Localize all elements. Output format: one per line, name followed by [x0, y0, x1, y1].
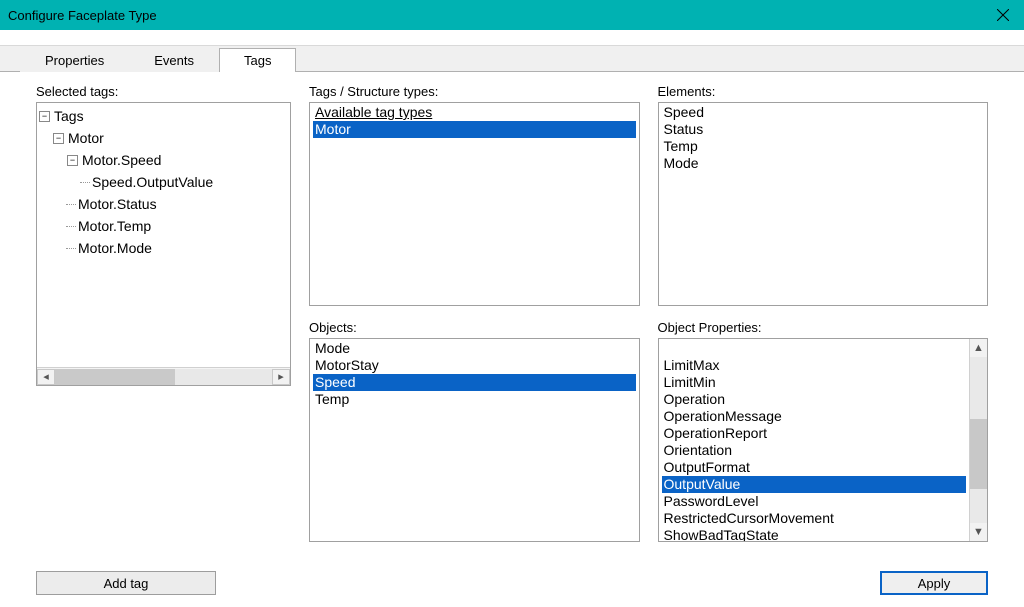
list-item[interactable]: Speed — [662, 104, 985, 121]
tree-root[interactable]: − Tags — [39, 105, 288, 127]
tree-line-icon — [80, 182, 90, 183]
tree-node-label: Motor — [68, 130, 104, 146]
tree-hscrollbar[interactable]: ◂ ▸ — [37, 367, 290, 385]
tree-node-label: Motor.Status — [78, 196, 157, 212]
scroll-track[interactable] — [970, 357, 987, 523]
list-item[interactable]: Operation — [662, 391, 967, 408]
add-tag-button[interactable]: Add tag — [36, 571, 216, 595]
tree-node-motor-speed[interactable]: − Motor.Speed — [67, 149, 288, 171]
tree-line-icon — [66, 226, 76, 227]
list-item[interactable]: LimitMax — [662, 357, 967, 374]
tree-node-label: Tags — [54, 108, 84, 124]
apply-button[interactable]: Apply — [880, 571, 988, 595]
title-bar: Configure Faceplate Type — [0, 0, 1024, 30]
scroll-left-icon[interactable]: ◂ — [37, 369, 55, 385]
list-header[interactable]: Available tag types — [313, 104, 636, 121]
list-item[interactable]: MotorStay — [313, 357, 636, 374]
window-title: Configure Faceplate Type — [8, 8, 990, 23]
list-item[interactable]: OutputValue — [662, 476, 967, 493]
tab-properties[interactable]: Properties — [20, 48, 129, 72]
list-item[interactable]: Speed — [313, 374, 636, 391]
tab-events[interactable]: Events — [129, 48, 219, 72]
tab-bar: Properties Events Tags — [0, 46, 1024, 72]
list-item[interactable]: OperationReport — [662, 425, 967, 442]
close-icon — [997, 9, 1009, 21]
list-item[interactable]: Mode — [662, 155, 985, 172]
list-item[interactable]: OutputFormat — [662, 459, 967, 476]
objects-list[interactable]: ModeMotorStaySpeedTemp — [309, 338, 640, 542]
selected-tags-label: Selected tags: — [36, 84, 291, 99]
props-vscrollbar[interactable]: ▲ ▼ — [969, 339, 987, 541]
list-item[interactable]: Orientation — [662, 442, 967, 459]
tags-structure-label: Tags / Structure types: — [309, 84, 640, 99]
tree-leaf-temp[interactable]: Motor.Temp — [67, 215, 288, 237]
objects-label: Objects: — [309, 320, 640, 335]
list-item[interactable]: RestrictedCursorMovement — [662, 510, 967, 527]
tree-node-label: Motor.Temp — [78, 218, 151, 234]
scroll-track[interactable] — [55, 369, 272, 385]
expander-minus-icon[interactable]: − — [53, 133, 64, 144]
dialog-body: Selected tags: − Tags − Motor − Motor.Sp… — [0, 72, 1024, 607]
tree-leaf-output[interactable]: Speed.OutputValue — [81, 171, 288, 193]
scroll-thumb[interactable] — [55, 369, 175, 385]
tree-node-motor[interactable]: − Motor — [53, 127, 288, 149]
tree-node-label: Speed.OutputValue — [92, 174, 213, 190]
tree-leaf-status[interactable]: Motor.Status — [67, 193, 288, 215]
elements-list[interactable]: SpeedStatusTempMode — [658, 102, 989, 306]
list-item[interactable]: Motor — [313, 121, 636, 138]
tree-node-label: Motor.Mode — [78, 240, 152, 256]
selected-tags-tree[interactable]: − Tags − Motor − Motor.Speed — [36, 102, 291, 386]
scroll-right-icon[interactable]: ▸ — [272, 369, 290, 385]
list-item[interactable]: LimitMin — [662, 374, 967, 391]
scroll-down-icon[interactable]: ▼ — [970, 523, 987, 541]
tree-leaf-mode[interactable]: Motor.Mode — [67, 237, 288, 259]
list-item[interactable]: Status — [662, 121, 985, 138]
expander-minus-icon[interactable]: − — [67, 155, 78, 166]
column-left: Selected tags: − Tags − Motor − Motor.Sp… — [36, 84, 291, 597]
tree-line-icon — [66, 204, 76, 205]
list-item[interactable]: ShowBadTagState — [662, 527, 967, 541]
object-properties-label: Object Properties: — [658, 320, 989, 335]
tags-structure-list[interactable]: Available tag types Motor — [309, 102, 640, 306]
scroll-thumb[interactable] — [970, 419, 987, 489]
list-item[interactable]: OperationMessage — [662, 408, 967, 425]
object-properties-list[interactable]: LimitMaxLimitMinOperationOperationMessag… — [658, 338, 989, 542]
expander-minus-icon[interactable]: − — [39, 111, 50, 122]
column-right: Tags / Structure types: Available tag ty… — [309, 84, 988, 597]
elements-label: Elements: — [658, 84, 989, 99]
tree-node-label: Motor.Speed — [82, 152, 161, 168]
list-item[interactable]: Mode — [313, 340, 636, 357]
tree-line-icon — [66, 248, 76, 249]
list-item[interactable]: Temp — [662, 138, 985, 155]
list-item[interactable]: Temp — [313, 391, 636, 408]
close-button[interactable] — [990, 2, 1016, 28]
tab-tags[interactable]: Tags — [219, 48, 296, 72]
footer: Add tag Apply — [36, 571, 988, 595]
spacer — [0, 30, 1024, 46]
scroll-up-icon[interactable]: ▲ — [970, 339, 987, 357]
list-item[interactable]: PasswordLevel — [662, 493, 967, 510]
